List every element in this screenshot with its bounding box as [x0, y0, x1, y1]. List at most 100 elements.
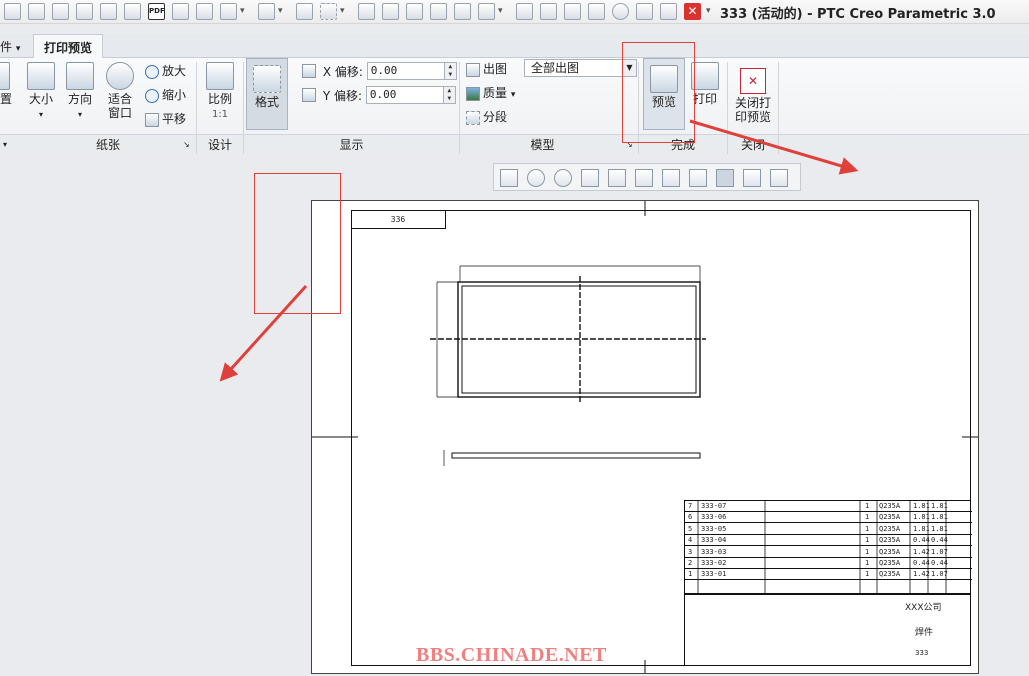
- bom-cell-no: 6: [688, 513, 693, 522]
- zoom-out-button[interactable]: 缩小: [145, 86, 186, 103]
- x-offset-icon: [302, 64, 316, 78]
- zoom-in-icon[interactable]: [527, 169, 545, 187]
- chevron-down-icon: ▾: [15, 44, 21, 54]
- regenerate-icon[interactable]: [196, 3, 213, 20]
- scale-icon: [206, 62, 234, 90]
- y-offset-field[interactable]: 0.00 ▲ ▼: [365, 86, 456, 104]
- bom-row: 4 333-04 1 Q235A 0.44 0.44: [685, 535, 972, 547]
- quality-label: 质量: [483, 86, 508, 100]
- tab-print-preview[interactable]: 打印预览: [33, 34, 104, 59]
- repaint-icon[interactable]: [581, 169, 599, 187]
- close-print-preview-button[interactable]: ✕ 关闭打 印预览: [730, 68, 776, 124]
- group-display-label: 显示: [339, 138, 364, 152]
- text-icon[interactable]: [406, 3, 423, 20]
- bom-cell-part: 333-02: [701, 559, 727, 567]
- window-icon[interactable]: [478, 3, 495, 20]
- redo-icon[interactable]: [258, 3, 275, 20]
- x-offset-value: 0.00: [370, 64, 398, 77]
- window-dropdown-icon[interactable]: ▾: [498, 3, 503, 20]
- plot-icon[interactable]: [358, 3, 375, 20]
- spinner-arrows-icon[interactable]: ▲ ▼: [442, 87, 455, 103]
- fit-window-button[interactable]: 适合 窗口: [102, 62, 138, 120]
- zoom-in-button[interactable]: 放大: [145, 62, 186, 79]
- bom-cell-w2: 1.81: [931, 513, 948, 522]
- bom-cell-material: Q235A: [879, 547, 901, 556]
- close-window-icon[interactable]: ✕: [684, 3, 701, 20]
- pdf-icon[interactable]: PDF: [148, 3, 165, 20]
- segment-label: 分段: [483, 110, 508, 124]
- print-icon[interactable]: [382, 3, 399, 20]
- refit-icon[interactable]: [500, 169, 518, 187]
- fit-label-line1: 适合: [107, 92, 132, 106]
- history-icon[interactable]: [636, 3, 653, 20]
- annotation-display-icon[interactable]: [689, 169, 707, 187]
- printer-icon[interactable]: [540, 3, 557, 20]
- pen-icon[interactable]: [516, 3, 533, 20]
- folder-open-icon[interactable]: [52, 3, 69, 20]
- bom-cell-w1: 0.44: [913, 536, 930, 545]
- orientation-button[interactable]: 方向 ▾: [62, 62, 98, 122]
- csys-display-icon[interactable]: [770, 169, 788, 187]
- zoom-out-icon: [145, 88, 159, 103]
- save-as-icon[interactable]: [172, 3, 189, 20]
- export-icon[interactable]: [124, 3, 141, 20]
- highlight-preview-box: [622, 42, 695, 143]
- tab-file[interactable]: 件 ▾: [0, 38, 20, 55]
- scale-value: 1:1: [211, 109, 229, 120]
- bom-cell-w1: 0.44: [913, 559, 930, 567]
- bom-row: 3 333-03 1 Q235A 1.42 1.07: [685, 547, 972, 558]
- size-button[interactable]: 大小 ▾: [24, 62, 58, 122]
- plot-button[interactable]: 出图: [466, 60, 507, 77]
- undo-dropdown-icon[interactable]: ▾: [240, 3, 245, 20]
- plot-option-value: 全部出图: [531, 61, 580, 75]
- new-icon[interactable]: [4, 3, 21, 20]
- bom-cell-material: Q235A: [879, 559, 901, 567]
- setup-button[interactable]: 置: [0, 62, 12, 106]
- zoom-out-icon[interactable]: [554, 169, 572, 187]
- x-offset-field[interactable]: 0.00 ▲ ▼: [366, 62, 457, 80]
- point-display-icon[interactable]: [743, 169, 761, 187]
- quality-button[interactable]: 质量 ▾: [466, 84, 515, 101]
- render-icon[interactable]: [296, 3, 313, 20]
- save-copy-icon[interactable]: [100, 3, 117, 20]
- save-icon[interactable]: [76, 3, 93, 20]
- open-icon[interactable]: [28, 3, 45, 20]
- measure-icon[interactable]: [612, 3, 629, 20]
- segment-button[interactable]: 分段: [466, 108, 507, 125]
- sheet-label: 336: [351, 210, 446, 229]
- format-button[interactable]: 格式: [246, 58, 288, 130]
- table-icon[interactable]: [454, 3, 471, 20]
- bom-cell-part: 333-07: [701, 502, 727, 510]
- undo-icon[interactable]: [220, 3, 237, 20]
- redo-dropdown-icon[interactable]: ▾: [278, 3, 283, 20]
- group-design-label: 设计: [207, 138, 232, 152]
- group-close-label: 关闭: [740, 138, 765, 152]
- axis-display-icon[interactable]: [716, 169, 734, 187]
- plot-icon: [466, 62, 480, 77]
- settings-icon[interactable]: [564, 3, 581, 20]
- doc-settings-icon[interactable]: [660, 3, 677, 20]
- quality-icon: [466, 86, 480, 101]
- doc-icon[interactable]: [588, 3, 605, 20]
- bom-cell-part: 333-05: [701, 524, 727, 533]
- bom-row: 6 333-06 1 Q235A 1.81 1.81: [685, 512, 972, 524]
- spinner-arrows-icon[interactable]: ▲ ▼: [443, 63, 456, 79]
- datum-display-icon[interactable]: [662, 169, 680, 187]
- chevron-down-icon[interactable]: ▾: [3, 140, 7, 149]
- group-launcher-icon[interactable]: ↘: [183, 140, 190, 149]
- scale-button[interactable]: 比例 1:1: [202, 62, 238, 122]
- eraser-icon[interactable]: [430, 3, 447, 20]
- title-menu-icon[interactable]: ▾: [706, 3, 711, 20]
- format-label: 格式: [254, 95, 279, 109]
- select-dropdown-icon[interactable]: ▾: [340, 3, 345, 20]
- group-model-label: 模型: [530, 138, 555, 152]
- bom-cell-w2: 1.81: [931, 502, 948, 510]
- bom-cell-material: Q235A: [879, 536, 901, 545]
- saved-views-icon[interactable]: [608, 169, 626, 187]
- fit-label-line2: 窗口: [107, 106, 132, 120]
- pan-button[interactable]: 平移: [145, 110, 186, 127]
- display-style-icon[interactable]: [635, 169, 653, 187]
- select-box-icon[interactable]: [320, 3, 337, 20]
- y-offset-label: Y 偏移:: [322, 88, 363, 103]
- plot-option-select[interactable]: 全部出图 ▼: [524, 59, 637, 77]
